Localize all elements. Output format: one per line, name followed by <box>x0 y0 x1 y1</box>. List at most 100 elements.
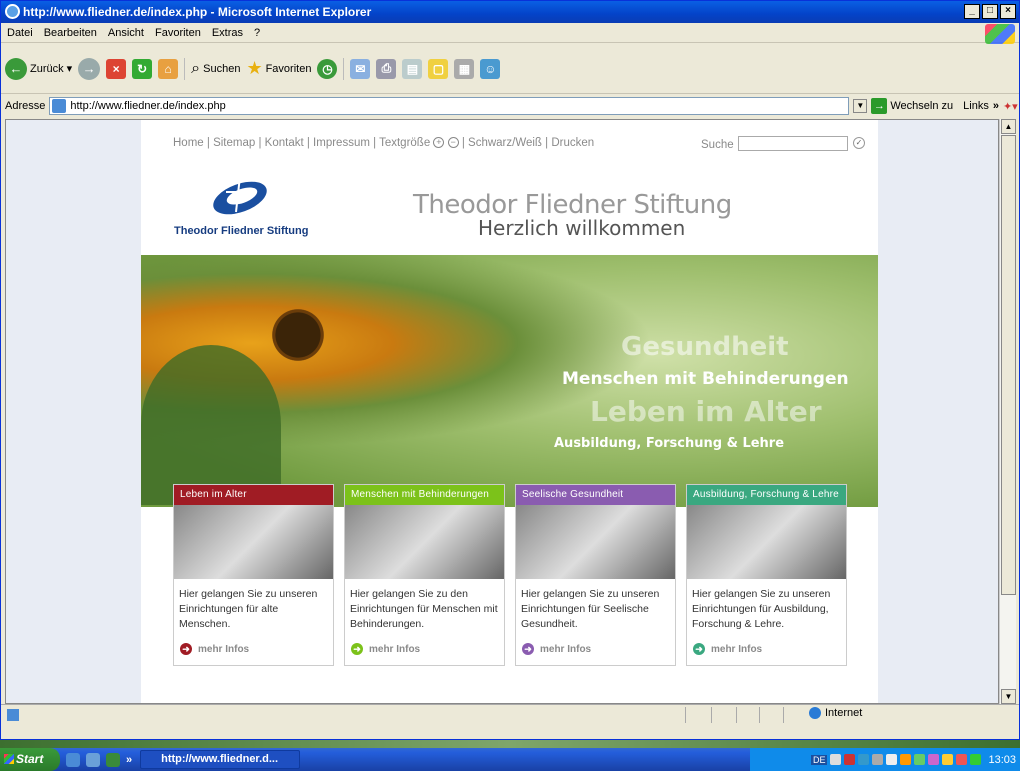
menu-help[interactable]: ? <box>254 27 260 39</box>
tray-icon[interactable] <box>858 754 870 765</box>
leaf-shape <box>141 345 281 505</box>
back-button[interactable]: ← Zurück ▾ <box>5 57 72 80</box>
card-leben-im-alter[interactable]: Leben im Alter Hier gelangen Sie zu unse… <box>173 484 334 666</box>
more-info-link[interactable]: ➜ mehr Infos <box>351 643 420 655</box>
site-search-input[interactable] <box>738 136 848 151</box>
addon-icon[interactable]: ✦▾ <box>1003 100 1018 113</box>
card-title[interactable]: Leben im Alter <box>174 485 333 505</box>
address-dropdown-button[interactable]: ▼ <box>853 99 868 113</box>
menu-datei[interactable]: Datei <box>7 27 33 39</box>
messenger-button[interactable]: ☺ <box>480 58 501 79</box>
maximize-button[interactable]: □ <box>982 4 998 19</box>
tray-icon[interactable] <box>844 754 856 765</box>
menu-bearbeiten[interactable]: Bearbeiten <box>44 27 97 39</box>
scroll-up-button[interactable]: ▲ <box>1001 119 1016 134</box>
refresh-button[interactable]: ↻ <box>132 58 153 79</box>
tray-icon[interactable] <box>900 754 912 765</box>
links-button[interactable]: Links <box>963 100 989 112</box>
taskbar-item-ie[interactable]: http://www.fliedner.d... <box>140 750 301 769</box>
desktop-background <box>0 740 1020 748</box>
arrow-right-icon: ➜ <box>693 643 705 655</box>
print-button[interactable]: ⎙ <box>376 58 397 79</box>
hero-text-gesundheit: Gesundheit <box>621 332 789 362</box>
tray-icon[interactable] <box>928 754 940 765</box>
card-menschen-mit-behinderungen[interactable]: Menschen mit Behinderungen Hier gelangen… <box>344 484 505 666</box>
nav-impressum[interactable]: Impressum <box>313 137 370 149</box>
clock[interactable]: 13:03 <box>988 754 1016 766</box>
card-text: Hier gelangen Sie zu unseren Einrichtung… <box>692 588 831 630</box>
nav-sitemap[interactable]: Sitemap <box>213 137 255 149</box>
stop-button[interactable]: × <box>106 58 127 79</box>
card-title[interactable]: Seelische Gesundheit <box>516 485 675 505</box>
quicklaunch-icon[interactable] <box>106 752 120 767</box>
hero-text-behinderungen: Menschen mit Behinderungen <box>562 369 849 389</box>
arrow-right-icon: ➜ <box>180 643 192 655</box>
card-text: Hier gelangen Sie zu unseren Einrichtung… <box>521 588 660 630</box>
text-smaller-icon[interactable]: − <box>447 137 459 149</box>
ie-quicklaunch-icon[interactable] <box>66 752 80 767</box>
card-photo <box>345 505 504 579</box>
scroll-down-button[interactable]: ▼ <box>1001 689 1016 704</box>
minimize-button[interactable]: _ <box>964 4 980 19</box>
web-page: Home | Sitemap | Kontakt | Impressum | T… <box>141 120 878 703</box>
tray-icon[interactable] <box>886 754 898 765</box>
card-seelische-gesundheit[interactable]: Seelische Gesundheit Hier gelangen Sie z… <box>515 484 676 666</box>
fliedner-logo-icon <box>213 175 267 215</box>
mail-button[interactable]: ✉ <box>350 58 371 79</box>
title-bar: http://www.fliedner.de/index.php - Micro… <box>1 1 1019 23</box>
favorites-label: Favoriten <box>265 62 312 75</box>
nav-home[interactable]: Home <box>173 137 204 149</box>
nav-textgroesse: Textgröße <box>379 137 431 149</box>
language-indicator[interactable]: DE <box>810 754 828 765</box>
more-info-link[interactable]: ➜ mehr Infos <box>180 643 249 655</box>
card-title[interactable]: Menschen mit Behinderungen <box>345 485 504 505</box>
more-info-label: mehr Infos <box>198 643 250 655</box>
card-ausbildung[interactable]: Ausbildung, Forschung & Lehre Hier gelan… <box>686 484 847 666</box>
notes-button[interactable]: ▢ <box>428 58 449 79</box>
menu-bar: Datei Bearbeiten Ansicht Favoriten Extra… <box>1 23 1019 43</box>
more-info-link[interactable]: ➜ mehr Infos <box>522 643 591 655</box>
close-button[interactable]: × <box>1000 4 1016 19</box>
go-button[interactable]: → Wechseln zu <box>871 98 953 114</box>
toolbar: ← Zurück ▾ → × ↻ ⌂ ⌕ Suchen ★ Favoriten … <box>1 44 1019 94</box>
nav-drucken[interactable]: Drucken <box>551 137 594 149</box>
hero-text-alter: Leben im Alter <box>590 395 822 428</box>
card-title[interactable]: Ausbildung, Forschung & Lehre <box>687 485 846 505</box>
status-bar: Internet <box>1 704 1019 724</box>
more-info-link[interactable]: ➜ mehr Infos <box>693 643 762 655</box>
menu-favoriten[interactable]: Favoriten <box>155 27 201 39</box>
edit-button[interactable]: ▤ <box>402 58 423 79</box>
tray-icon[interactable] <box>830 754 842 765</box>
history-button[interactable]: ◷ <box>317 58 338 79</box>
chevron-icon[interactable]: » <box>126 754 132 766</box>
menu-ansicht[interactable]: Ansicht <box>108 27 144 39</box>
search-button[interactable]: ⌕ Suchen <box>191 60 240 78</box>
nav-kontakt[interactable]: Kontakt <box>265 137 304 149</box>
tray-icon[interactable] <box>914 754 926 765</box>
card-text: Hier gelangen Sie zu den Einrichtungen f… <box>350 588 498 630</box>
more-info-label: mehr Infos <box>711 643 763 655</box>
research-button[interactable]: ▦ <box>454 58 475 79</box>
zone-label: Internet <box>825 707 863 719</box>
nav-schwarzweiss[interactable]: Schwarz/Weiß <box>468 137 542 149</box>
go-label: Wechseln zu <box>890 100 954 112</box>
chevron-right-icon[interactable]: » <box>993 100 999 112</box>
address-input[interactable]: http://www.fliedner.de/index.php <box>49 97 850 115</box>
tray-icon[interactable] <box>956 754 968 765</box>
favorites-button[interactable]: ★ Favoriten <box>246 58 311 79</box>
security-zone: Internet <box>809 707 862 719</box>
home-button[interactable]: ⌂ <box>158 58 179 79</box>
hero-banner: Gesundheit Menschen mit Behinderungen Le… <box>141 255 878 507</box>
arrow-right-icon: ➜ <box>351 643 363 655</box>
start-button[interactable]: Start <box>0 748 60 771</box>
search-go-icon[interactable]: ✓ <box>853 137 865 149</box>
scroll-thumb[interactable] <box>1001 135 1016 595</box>
forward-button[interactable]: → <box>78 57 101 80</box>
tray-icon[interactable] <box>872 754 884 765</box>
tray-icon[interactable] <box>942 754 954 765</box>
quicklaunch-icon[interactable] <box>86 752 100 767</box>
text-larger-icon[interactable]: + <box>433 137 445 149</box>
tray-icon[interactable] <box>970 754 982 765</box>
menu-extras[interactable]: Extras <box>212 27 243 39</box>
vertical-scrollbar[interactable]: ▲ ▼ <box>999 119 1016 704</box>
